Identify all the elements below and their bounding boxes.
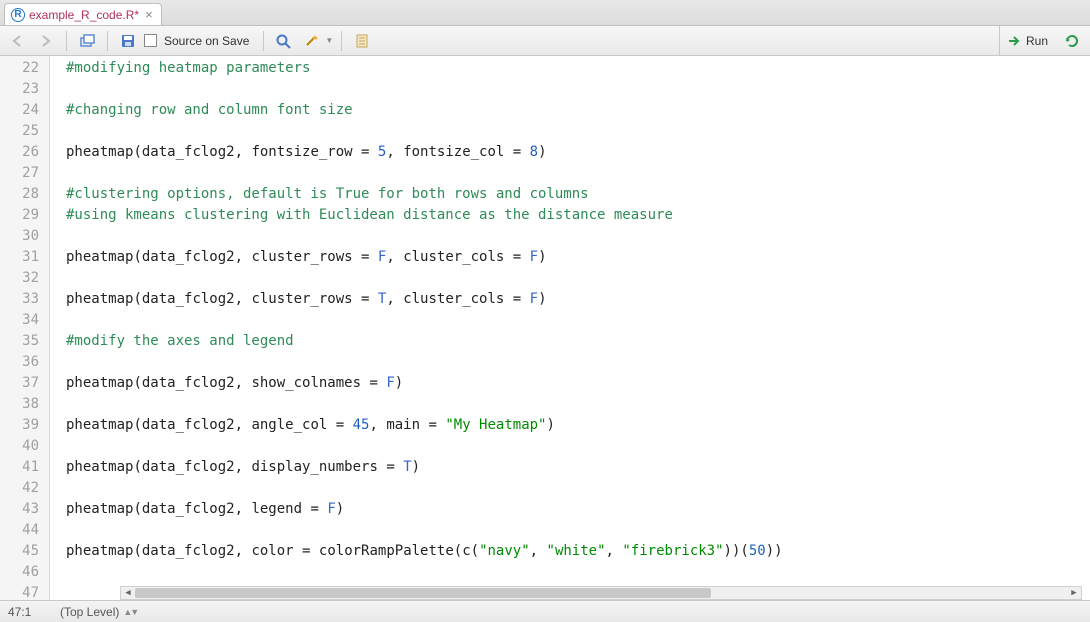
wand-icon (303, 33, 321, 49)
code-line[interactable]: #clustering options, default is True for… (66, 184, 1090, 205)
line-number: 35 (0, 331, 49, 352)
run-label: Run (1026, 34, 1048, 48)
floppy-icon (120, 33, 136, 49)
separator (107, 31, 108, 51)
run-button[interactable]: Run (999, 26, 1056, 55)
r-file-icon: R (11, 8, 25, 22)
scroll-right-arrow-icon[interactable]: ▶ (1067, 587, 1081, 599)
line-number: 36 (0, 352, 49, 373)
separator (66, 31, 67, 51)
arrow-right-icon (38, 34, 54, 48)
source-on-save-label: Source on Save (164, 34, 249, 48)
code-line[interactable] (66, 520, 1090, 541)
line-number: 47 (0, 583, 49, 600)
line-number: 27 (0, 163, 49, 184)
code-line[interactable]: #modifying heatmap parameters (66, 58, 1090, 79)
file-tab[interactable]: R example_R_code.R* × (4, 3, 162, 25)
status-bar: 47:1 (Top Level) ▲▼ (0, 600, 1090, 622)
line-number: 28 (0, 184, 49, 205)
horizontal-scrollbar[interactable]: ◀ ▶ (120, 586, 1082, 600)
line-number-gutter: 2223242526272829303132333435363738394041… (0, 56, 50, 600)
line-number: 37 (0, 373, 49, 394)
editor-toolbar: Source on Save ▼ Run (0, 26, 1090, 56)
line-number: 33 (0, 289, 49, 310)
updown-icon: ▲▼ (123, 607, 137, 617)
line-number: 24 (0, 100, 49, 121)
scope-selector[interactable]: (Top Level) ▲▼ (60, 605, 137, 619)
line-number: 40 (0, 436, 49, 457)
code-line[interactable] (66, 310, 1090, 331)
code-line[interactable] (66, 163, 1090, 184)
find-button[interactable] (272, 30, 296, 52)
run-arrow-icon (1008, 35, 1022, 47)
line-number: 31 (0, 247, 49, 268)
line-number: 32 (0, 268, 49, 289)
code-line[interactable] (66, 436, 1090, 457)
line-number: 45 (0, 541, 49, 562)
line-number: 26 (0, 142, 49, 163)
separator (263, 31, 264, 51)
line-number: 22 (0, 58, 49, 79)
code-line[interactable] (66, 478, 1090, 499)
code-line[interactable]: pheatmap(data_fclog2, legend = F) (66, 499, 1090, 520)
rerun-icon (1064, 34, 1080, 48)
nav-back-button[interactable] (6, 30, 30, 52)
nav-forward-button[interactable] (34, 30, 58, 52)
tab-filename: example_R_code.R* (29, 8, 139, 22)
scope-label: (Top Level) (60, 605, 119, 619)
scrollbar-thumb[interactable] (135, 588, 711, 598)
code-editor[interactable]: 2223242526272829303132333435363738394041… (0, 56, 1090, 600)
line-number: 44 (0, 520, 49, 541)
code-line[interactable]: pheatmap(data_fclog2, show_colnames = F) (66, 373, 1090, 394)
source-on-save-checkbox[interactable] (144, 34, 157, 47)
code-line[interactable] (66, 79, 1090, 100)
cursor-position: 47:1 (8, 605, 48, 619)
code-line[interactable]: pheatmap(data_fclog2, cluster_rows = T, … (66, 289, 1090, 310)
code-line[interactable] (66, 226, 1090, 247)
compile-report-button[interactable] (350, 30, 374, 52)
popout-icon (79, 34, 95, 48)
line-number: 42 (0, 478, 49, 499)
save-button[interactable] (116, 30, 140, 52)
code-area[interactable]: #modifying heatmap parameters #changing r… (50, 56, 1090, 600)
line-number: 46 (0, 562, 49, 583)
code-line[interactable]: pheatmap(data_fclog2, angle_col = 45, ma… (66, 415, 1090, 436)
code-line[interactable] (66, 352, 1090, 373)
code-line[interactable]: pheatmap(data_fclog2, display_numbers = … (66, 457, 1090, 478)
line-number: 25 (0, 121, 49, 142)
magnifier-icon (275, 33, 293, 49)
code-line[interactable]: #modify the axes and legend (66, 331, 1090, 352)
close-icon[interactable]: × (145, 7, 153, 22)
rerun-button[interactable] (1060, 30, 1084, 52)
popout-button[interactable] (75, 30, 99, 52)
code-line[interactable] (66, 394, 1090, 415)
code-line[interactable] (66, 268, 1090, 289)
code-line[interactable]: #changing row and column font size (66, 100, 1090, 121)
line-number: 43 (0, 499, 49, 520)
line-number: 23 (0, 79, 49, 100)
arrow-left-icon (10, 34, 26, 48)
scroll-left-arrow-icon[interactable]: ◀ (121, 587, 135, 599)
line-number: 29 (0, 205, 49, 226)
line-number: 38 (0, 394, 49, 415)
code-line[interactable]: pheatmap(data_fclog2, fontsize_row = 5, … (66, 142, 1090, 163)
code-line[interactable] (66, 121, 1090, 142)
code-line[interactable]: #using kmeans clustering with Euclidean … (66, 205, 1090, 226)
separator (341, 31, 342, 51)
line-number: 34 (0, 310, 49, 331)
notebook-icon (354, 33, 370, 49)
code-tools-button[interactable] (300, 30, 324, 52)
dropdown-caret-icon[interactable]: ▼ (325, 36, 333, 45)
tab-bar: R example_R_code.R* × (0, 0, 1090, 26)
code-line[interactable] (66, 562, 1090, 583)
line-number: 41 (0, 457, 49, 478)
line-number: 30 (0, 226, 49, 247)
code-line[interactable]: pheatmap(data_fclog2, cluster_rows = F, … (66, 247, 1090, 268)
code-line[interactable]: pheatmap(data_fclog2, color = colorRampP… (66, 541, 1090, 562)
line-number: 39 (0, 415, 49, 436)
